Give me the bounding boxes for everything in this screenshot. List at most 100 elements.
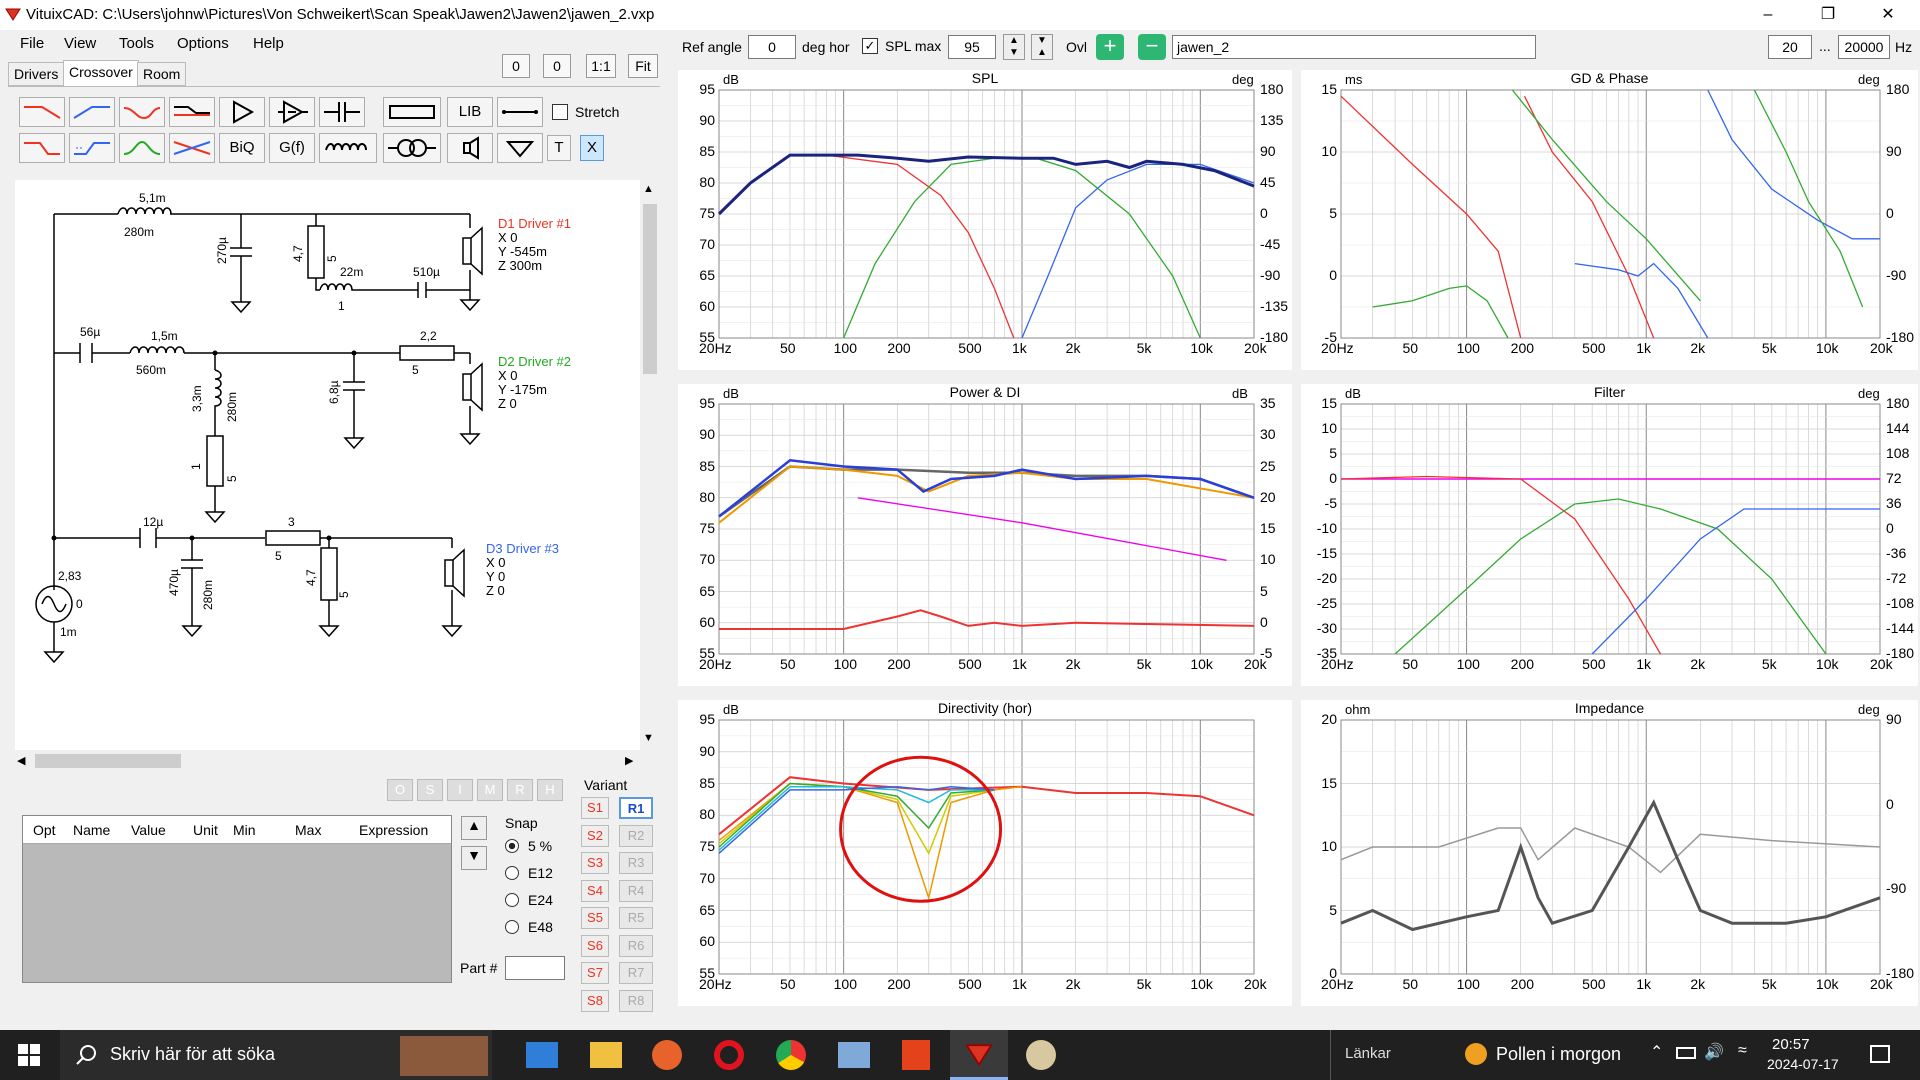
variant-s4-button[interactable]: S4: [581, 879, 609, 902]
ref-angle-input[interactable]: 0: [748, 35, 796, 59]
opera-icon[interactable]: [714, 1040, 744, 1070]
schematic-vertical-scrollbar[interactable]: ▲ ▼: [640, 180, 660, 750]
lowpass-2nd-button[interactable]: [19, 133, 65, 163]
office-icon[interactable]: [902, 1040, 930, 1070]
col-expression[interactable]: Expression: [359, 822, 428, 838]
chrome-icon[interactable]: [776, 1040, 806, 1070]
zoom-fit-button[interactable]: Fit: [628, 54, 658, 78]
shelf-button[interactable]: [169, 97, 215, 127]
scroll-up-icon[interactable]: ▲: [643, 183, 654, 195]
lowpass-1st-button[interactable]: [19, 97, 65, 127]
taskbar-search-box[interactable]: Skriv här för att söka: [60, 1030, 492, 1080]
wire-button[interactable]: [497, 97, 543, 127]
amplifier-button[interactable]: [219, 97, 265, 127]
capacitor-button[interactable]: [319, 97, 365, 127]
opt-s-button[interactable]: S: [417, 779, 443, 801]
move-down-button[interactable]: ▼: [461, 846, 487, 870]
variant-name-input[interactable]: jawen_2: [1172, 35, 1536, 59]
snap-radio-5pct[interactable]: [505, 839, 519, 853]
bandpass-button[interactable]: [119, 133, 165, 163]
d3-title[interactable]: D3 Driver #3: [486, 541, 559, 556]
maximize-button[interactable]: ❐: [1800, 0, 1856, 30]
variant-s2-button[interactable]: S2: [581, 824, 609, 847]
firefox-icon[interactable]: [652, 1040, 682, 1070]
scrollbar-thumb[interactable]: [643, 204, 657, 374]
col-value[interactable]: Value: [131, 822, 166, 838]
chevron-up-icon[interactable]: ⌃: [1650, 1042, 1663, 1062]
opt-i-button[interactable]: I: [447, 779, 473, 801]
spl-max-input[interactable]: 95: [948, 35, 996, 59]
zoom-y-button[interactable]: 0: [543, 54, 571, 78]
freq-max-input[interactable]: 20000: [1838, 35, 1890, 59]
variant-s6-button[interactable]: S6: [581, 934, 609, 957]
scrollbar-thumb[interactable]: [35, 754, 181, 768]
close-button[interactable]: ✕: [1860, 0, 1916, 30]
menu-view[interactable]: View: [64, 35, 96, 52]
spl-chart[interactable]: SPL dB deg 95 90 85 80 75 70 65 60 55 180 135 90 45 0 -45…: [678, 70, 1292, 370]
dir-chart[interactable]: Directivity (hor) dB 95 90 85 80 75 70 65 60 55 20H…: [678, 700, 1292, 1006]
parameter-table[interactable]: Opt Name Value Unit Min Max Expression: [22, 815, 452, 983]
text-button[interactable]: T: [547, 135, 571, 161]
highpass-1st-button[interactable]: [69, 97, 115, 127]
notifications-icon[interactable]: [1870, 1045, 1890, 1063]
imp-chart[interactable]: Impedance ohm deg 20 15 10 5 0 90 0 -90 -180 20Hz 50 1…: [1301, 700, 1918, 1006]
spl-stepper-icon[interactable]: ▲ ▼: [1003, 34, 1025, 60]
opt-o-button[interactable]: O: [387, 779, 413, 801]
vituixcad-taskbar-button[interactable]: [950, 1030, 1008, 1080]
col-unit[interactable]: Unit: [193, 822, 218, 838]
variant-r3-button[interactable]: R3: [619, 852, 653, 874]
delete-button[interactable]: X: [580, 135, 604, 161]
add-overlay-icon[interactable]: +: [1096, 34, 1124, 60]
driver-button[interactable]: [447, 133, 493, 163]
opt-r-button[interactable]: R: [507, 779, 533, 801]
transfer-function-button[interactable]: G(f): [269, 133, 315, 163]
variant-r1-button[interactable]: R1: [619, 797, 653, 819]
snap-radio-e24[interactable]: [505, 893, 519, 907]
clock-time[interactable]: 20:57: [1772, 1036, 1810, 1053]
mail-icon[interactable]: [526, 1042, 558, 1068]
col-max[interactable]: Max: [295, 822, 321, 838]
file-explorer-icon[interactable]: [590, 1042, 622, 1068]
variant-r4-button[interactable]: R4: [619, 879, 653, 902]
variant-r7-button[interactable]: R7: [619, 962, 653, 984]
part-number-input[interactable]: [505, 956, 565, 980]
stretch-checkbox[interactable]: [552, 104, 568, 120]
transformer-button[interactable]: [383, 133, 441, 163]
flt-chart[interactable]: Filter dB deg 15 10 5 0 -5 -10 -15 -20 -25 -30 -35 180…: [1301, 384, 1918, 686]
col-opt[interactable]: Opt: [33, 822, 56, 838]
col-name[interactable]: Name: [73, 822, 110, 838]
opt-h-button[interactable]: H: [537, 779, 563, 801]
snap-radio-e12[interactable]: [505, 866, 519, 880]
speaker-volume-icon[interactable]: 🔊: [1704, 1042, 1724, 1062]
windows-start-icon[interactable]: [18, 1044, 40, 1066]
variant-r8-button[interactable]: R8: [619, 989, 653, 1012]
freq-min-input[interactable]: 20: [1768, 35, 1812, 59]
minimize-button[interactable]: –: [1740, 0, 1796, 30]
pwr-chart[interactable]: Power & DI dB dB 95 90 85 80 75 70 65 60 55 35 30 25 20…: [678, 384, 1292, 686]
menu-file[interactable]: File: [20, 35, 44, 52]
schematic-canvas[interactable]: 5,1m 280m 270µ 4,7 5 22m 1 510µ 56µ 1,5m…: [15, 180, 640, 750]
zoom-x-button[interactable]: 0: [502, 54, 530, 78]
variant-s7-button[interactable]: S7: [581, 962, 609, 984]
variant-s3-button[interactable]: S3: [581, 852, 609, 874]
inductor-button[interactable]: [319, 133, 377, 163]
variant-r6-button[interactable]: R6: [619, 934, 653, 957]
battery-icon[interactable]: [1676, 1047, 1696, 1059]
notch-button[interactable]: [119, 97, 165, 127]
weather-text[interactable]: Pollen i morgon: [1496, 1044, 1621, 1065]
links-toolbar[interactable]: Länkar: [1345, 1045, 1391, 1062]
tab-drivers[interactable]: Drivers: [8, 62, 65, 86]
spl-max-checkbox[interactable]: ✓: [862, 38, 878, 54]
schematic-horizontal-scrollbar[interactable]: ◀ ▶: [15, 750, 640, 772]
scroll-right-icon[interactable]: ▶: [625, 754, 633, 767]
scroll-left-icon[interactable]: ◀: [17, 754, 25, 767]
ground-button[interactable]: [497, 133, 543, 163]
move-up-button[interactable]: ▲: [461, 816, 487, 840]
zoom-1to1-button[interactable]: 1:1: [586, 54, 616, 78]
paint-icon[interactable]: [1026, 1040, 1056, 1070]
library-button[interactable]: LIB: [447, 97, 493, 127]
monitor-app-icon[interactable]: [838, 1042, 870, 1068]
spl-autoscale-icon[interactable]: ▼ ▲: [1031, 34, 1053, 60]
resistor-button[interactable]: [383, 97, 441, 127]
opt-m-button[interactable]: M: [477, 779, 503, 801]
